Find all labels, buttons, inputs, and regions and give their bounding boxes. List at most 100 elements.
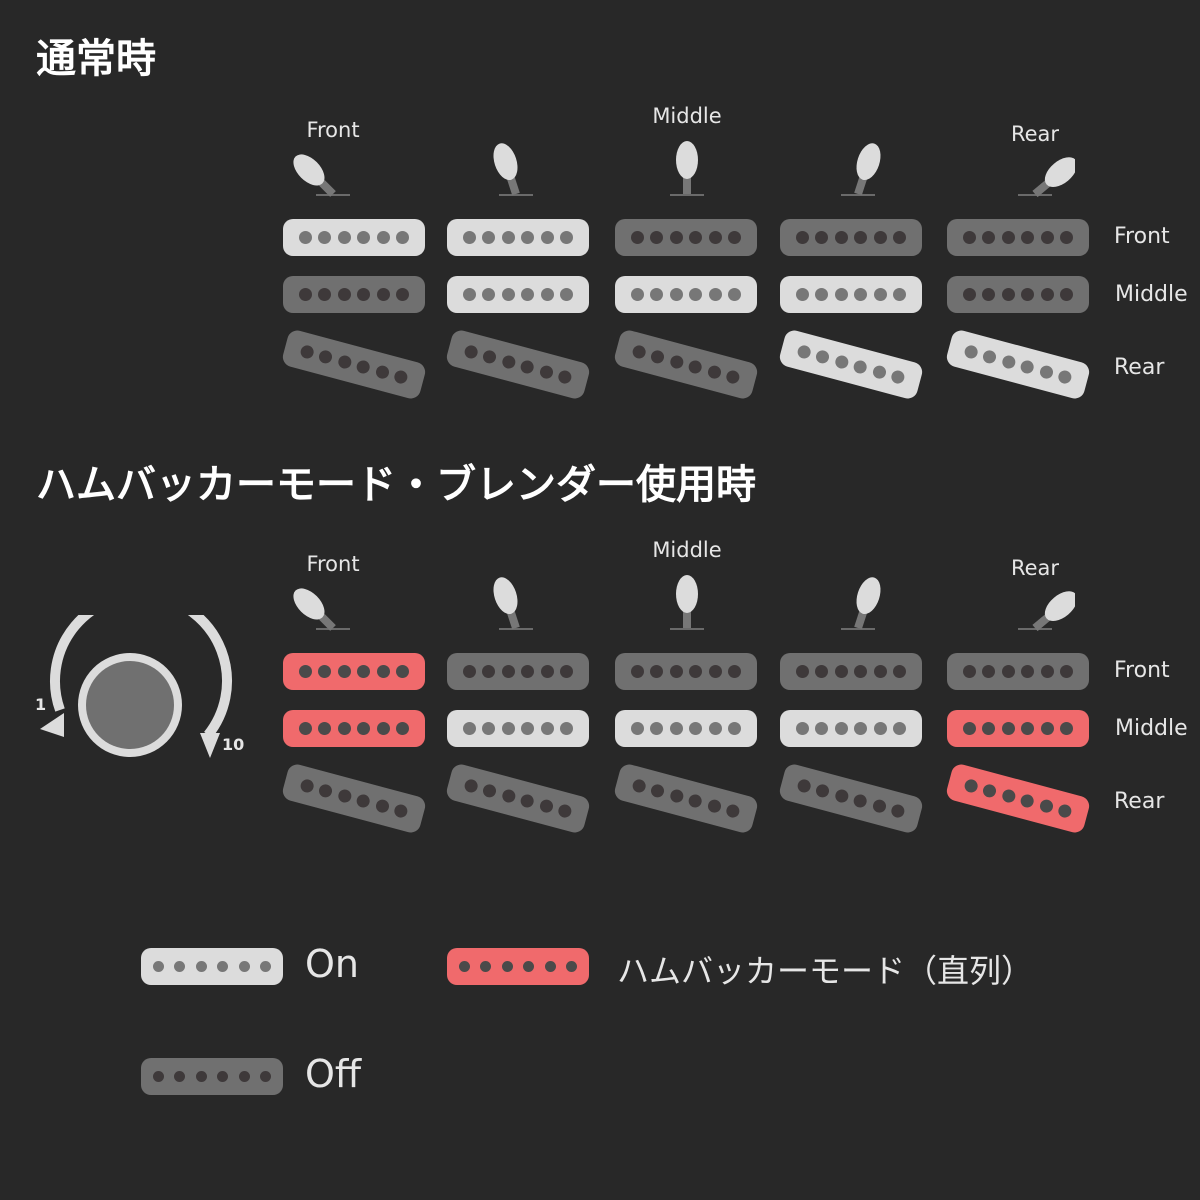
selector-switch-position-5-icon xyxy=(1018,591,1075,632)
selector-switch-position-3-icon xyxy=(670,575,704,630)
pole-piece xyxy=(873,722,887,735)
legend-label-humbucker: ハムバッカーモード（直列） xyxy=(617,952,1034,990)
pole-piece xyxy=(854,288,868,301)
pole-piece xyxy=(650,288,664,301)
pole-piece xyxy=(873,231,887,244)
pole-piece xyxy=(480,961,492,972)
pole-piece xyxy=(724,803,741,820)
pole-piece xyxy=(299,722,312,735)
pole-piece xyxy=(669,722,683,735)
pole-piece xyxy=(833,788,850,804)
pole-piece xyxy=(501,961,513,972)
switch-base xyxy=(1018,628,1052,630)
pole-piece xyxy=(814,349,831,365)
pole-piece xyxy=(1059,288,1073,301)
pole-piece xyxy=(318,665,332,678)
pole-piece xyxy=(631,722,644,735)
pole-piece xyxy=(482,722,496,735)
pickup-front-pos4-off xyxy=(780,219,922,256)
pickup-front-pos3-off xyxy=(615,219,757,256)
pole-piece xyxy=(892,231,906,244)
pole-piece xyxy=(724,369,741,386)
pole-piece xyxy=(892,722,906,735)
row-label-front: Front xyxy=(1114,658,1170,683)
switch-position-label: Middle xyxy=(652,538,722,562)
pickup-rear-pos3-off xyxy=(612,762,760,835)
selector-switch-position-2-icon xyxy=(493,577,533,630)
pole-piece xyxy=(523,961,535,972)
selector-switch-position-3-icon xyxy=(670,141,704,196)
switch-base xyxy=(499,628,533,630)
pole-piece xyxy=(706,364,723,380)
pickup-middle-pos4-on xyxy=(780,276,922,313)
pole-piece xyxy=(963,722,976,735)
pole-piece xyxy=(337,665,351,678)
pole-piece xyxy=(318,231,332,244)
pole-piece xyxy=(559,722,573,735)
pole-piece xyxy=(481,783,498,799)
pole-piece xyxy=(796,343,813,360)
pole-piece xyxy=(337,231,351,244)
pole-piece xyxy=(463,722,476,735)
pole-piece xyxy=(687,793,704,809)
pole-piece xyxy=(337,722,351,735)
pole-piece xyxy=(1001,722,1015,735)
pole-piece xyxy=(1019,793,1036,809)
pole-piece xyxy=(521,288,535,301)
switch-base xyxy=(841,628,875,630)
pole-piece xyxy=(669,231,683,244)
row-label-front: Front xyxy=(1114,224,1170,249)
pole-piece xyxy=(259,1071,271,1082)
pole-piece xyxy=(963,231,976,244)
knob-cap xyxy=(86,661,174,749)
pole-piece xyxy=(982,231,996,244)
pickup-middle-pos5-off xyxy=(947,276,1089,313)
pickup-middle-pos3-on xyxy=(615,710,757,747)
pole-piece xyxy=(834,665,848,678)
pole-piece xyxy=(689,665,703,678)
pole-piece xyxy=(318,722,332,735)
pole-piece xyxy=(668,788,685,804)
pole-piece xyxy=(392,369,409,386)
selector-switch-position-2-icon xyxy=(493,143,533,196)
pole-piece xyxy=(463,231,476,244)
pole-piece xyxy=(889,803,906,820)
pole-piece xyxy=(1038,364,1055,380)
pole-piece xyxy=(1001,288,1015,301)
pole-piece xyxy=(463,343,480,360)
switch-base xyxy=(316,194,350,196)
knob-min-label: 1 xyxy=(35,695,47,714)
pickup-middle-pos3-on xyxy=(615,276,757,313)
pole-piece xyxy=(631,231,644,244)
pole-piece xyxy=(1040,288,1054,301)
pole-piece xyxy=(854,722,868,735)
pole-piece xyxy=(357,231,371,244)
pole-piece xyxy=(727,231,741,244)
pickup-front-pos5-off xyxy=(947,653,1089,690)
pole-piece xyxy=(376,288,390,301)
pole-piece xyxy=(982,665,996,678)
pole-piece xyxy=(376,722,390,735)
pole-piece xyxy=(317,349,334,365)
pole-piece xyxy=(519,359,536,375)
pole-piece xyxy=(669,665,683,678)
pole-piece xyxy=(500,354,517,370)
pole-piece xyxy=(501,231,515,244)
pole-piece xyxy=(1056,369,1073,386)
pole-piece xyxy=(538,364,555,380)
pickup-rear-pos1-off xyxy=(280,762,428,835)
switch-base xyxy=(841,194,875,196)
pole-piece xyxy=(815,722,829,735)
pole-piece xyxy=(299,665,312,678)
legend-swatch-humbucker xyxy=(447,948,589,985)
pole-piece xyxy=(317,783,334,799)
pole-piece xyxy=(892,288,906,301)
pole-piece xyxy=(217,1071,229,1082)
pole-piece xyxy=(1021,231,1035,244)
pickup-front-pos3-off xyxy=(615,653,757,690)
pole-piece xyxy=(854,231,868,244)
pickup-front-pos5-off xyxy=(947,219,1089,256)
pole-piece xyxy=(708,665,722,678)
pole-piece xyxy=(376,231,390,244)
pole-piece xyxy=(463,777,480,794)
